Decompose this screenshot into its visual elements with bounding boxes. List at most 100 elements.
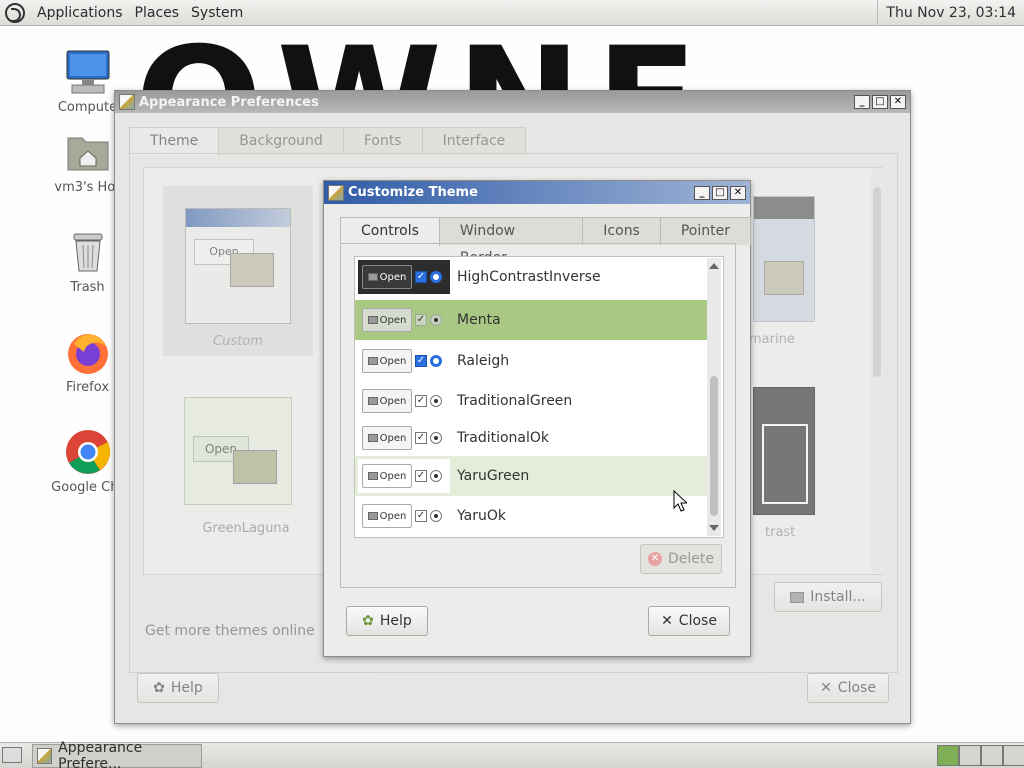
computer-icon bbox=[64, 48, 112, 96]
tab-window-border[interactable]: Window Border bbox=[438, 217, 584, 266]
tab-pointer[interactable]: Pointer bbox=[659, 217, 751, 245]
theme-preview bbox=[753, 196, 815, 322]
tab-theme[interactable]: Theme bbox=[129, 127, 220, 156]
checkbox-icon: ✓ bbox=[415, 432, 427, 444]
preview-open-button: Open bbox=[362, 426, 412, 450]
radio-icon bbox=[430, 395, 442, 407]
window-title: Customize Theme bbox=[348, 185, 478, 200]
radio-icon bbox=[430, 314, 442, 326]
tab-icons[interactable]: Icons bbox=[582, 217, 661, 245]
preview-open-button: Open bbox=[362, 265, 412, 289]
get-more-themes-link[interactable]: Get more themes online bbox=[145, 623, 315, 639]
list-item[interactable]: Open ✓ YaruGreen bbox=[355, 456, 710, 496]
titlebar[interactable]: Customize Theme _ □ ✕ bbox=[324, 181, 750, 204]
close-icon[interactable]: ✕ bbox=[890, 95, 906, 109]
appearance-app-icon bbox=[37, 747, 53, 764]
theme-thumb-contrast[interactable]: trast bbox=[745, 387, 825, 540]
preview-open-button: Open bbox=[362, 464, 412, 488]
help-icon: ✿ bbox=[362, 613, 374, 629]
tab-background[interactable]: Background bbox=[218, 127, 344, 155]
theme-thumb-greenlaguna[interactable]: Open GreenLaguna bbox=[180, 393, 312, 536]
theme-preview: Open bbox=[185, 208, 291, 324]
list-item[interactable]: Open ✓ TraditionalOk bbox=[355, 418, 710, 458]
scrollbar-thumb[interactable] bbox=[710, 376, 718, 516]
theme-name: TraditionalGreen bbox=[457, 393, 573, 409]
list-item[interactable]: Open ✓ Raleigh bbox=[355, 341, 710, 381]
titlebar[interactable]: Appearance Preferences _ □ ✕ bbox=[115, 91, 910, 113]
minimize-icon[interactable]: _ bbox=[694, 185, 710, 200]
delete-button[interactable]: ✕ Delete bbox=[640, 544, 722, 574]
clock[interactable]: Thu Nov 23, 03:14 bbox=[877, 0, 1024, 26]
taskbar-item-appearance[interactable]: Appearance Prefere... bbox=[32, 740, 202, 768]
theme-name: YaruOk bbox=[457, 508, 506, 524]
workspace-1[interactable] bbox=[937, 745, 959, 766]
delete-icon: ✕ bbox=[648, 552, 662, 566]
theme-preview bbox=[753, 387, 815, 515]
workspace-4[interactable] bbox=[1003, 745, 1024, 766]
workspace-3[interactable] bbox=[981, 745, 1003, 766]
close-label: Close bbox=[678, 613, 717, 629]
theme-preview: Open ✓ bbox=[358, 260, 450, 294]
help-button[interactable]: ✿ Help bbox=[137, 673, 219, 703]
tab-interface[interactable]: Interface bbox=[421, 127, 527, 155]
close-label: Close bbox=[837, 680, 876, 696]
show-desktop-icon[interactable] bbox=[2, 747, 22, 763]
theme-name: trast bbox=[765, 525, 796, 540]
theme-name: Menta bbox=[457, 312, 501, 328]
tab-controls[interactable]: Controls bbox=[340, 217, 440, 246]
preview-open-button: Open bbox=[362, 308, 412, 332]
checkbox-icon: ✓ bbox=[415, 395, 427, 407]
preview-open-label: Open bbox=[379, 470, 407, 482]
taskbar-item-label: Appearance Prefere... bbox=[58, 739, 143, 768]
list-item[interactable]: Open ✓ YaruOk bbox=[355, 496, 710, 536]
theme-name: Custom bbox=[213, 334, 263, 349]
close-icon[interactable]: ✕ bbox=[730, 185, 746, 200]
close-button[interactable]: ✕ Close bbox=[807, 673, 889, 703]
checkbox-icon: ✓ bbox=[415, 510, 427, 522]
minimize-icon[interactable]: _ bbox=[854, 95, 870, 109]
radio-icon bbox=[430, 271, 442, 283]
theme-thumb-marine[interactable]: marine bbox=[745, 196, 825, 347]
scroll-up-arrow-icon[interactable] bbox=[709, 263, 719, 269]
preview-open-label: Open bbox=[379, 355, 407, 367]
help-button[interactable]: ✿ Help bbox=[346, 606, 428, 636]
preview-open-label: Open bbox=[379, 395, 407, 407]
list-item[interactable]: Open ✓ HighContrastInverse bbox=[355, 257, 710, 297]
theme-preview: Open bbox=[184, 397, 292, 505]
customize-tabs: Controls Window Border Icons Pointer bbox=[340, 217, 751, 266]
theme-name: TraditionalOk bbox=[457, 430, 550, 446]
scroll-down-arrow-icon[interactable] bbox=[709, 525, 719, 531]
maximize-icon[interactable]: □ bbox=[872, 95, 888, 109]
workspace-2[interactable] bbox=[959, 745, 981, 766]
tab-fonts[interactable]: Fonts bbox=[342, 127, 423, 155]
bottom-panel: Appearance Prefere... bbox=[0, 740, 1024, 768]
menu-applications[interactable]: Applications bbox=[31, 5, 129, 21]
close-icon: ✕ bbox=[661, 613, 673, 629]
checkbox-icon: ✓ bbox=[415, 470, 427, 482]
checkbox-icon: ✓ bbox=[415, 314, 427, 326]
help-label: Help bbox=[379, 613, 412, 629]
close-button[interactable]: ✕ Close bbox=[648, 606, 730, 636]
theme-preview: Open ✓ bbox=[358, 459, 450, 493]
list-item[interactable]: Open ✓ Menta bbox=[355, 300, 710, 340]
install-label: Install... bbox=[810, 589, 866, 605]
list-item[interactable]: Open ✓ TraditionalGreen bbox=[355, 381, 710, 421]
delete-label: Delete bbox=[668, 551, 714, 567]
theme-name: YaruGreen bbox=[457, 468, 530, 484]
theme-thumb-custom[interactable]: Open Custom bbox=[163, 186, 313, 356]
preview-open-label: Open bbox=[379, 314, 407, 326]
list-scrollbar[interactable] bbox=[707, 258, 721, 536]
theme-preview: Open ✓ bbox=[358, 499, 450, 533]
theme-preview: Open ✓ bbox=[358, 303, 450, 337]
chrome-icon bbox=[64, 428, 112, 476]
controls-theme-list[interactable]: Open ✓ HighContrastInverse Open ✓ Menta … bbox=[354, 256, 724, 538]
close-icon: ✕ bbox=[820, 680, 832, 696]
theme-preview: Open ✓ bbox=[358, 344, 450, 378]
firefox-icon bbox=[64, 328, 112, 376]
distro-logo-icon[interactable] bbox=[5, 2, 25, 23]
theme-scrollbar[interactable] bbox=[871, 169, 883, 573]
window-title: Appearance Preferences bbox=[139, 94, 319, 110]
maximize-icon[interactable]: □ bbox=[712, 185, 728, 200]
radio-icon bbox=[430, 355, 442, 367]
install-button[interactable]: Install... bbox=[774, 582, 882, 612]
